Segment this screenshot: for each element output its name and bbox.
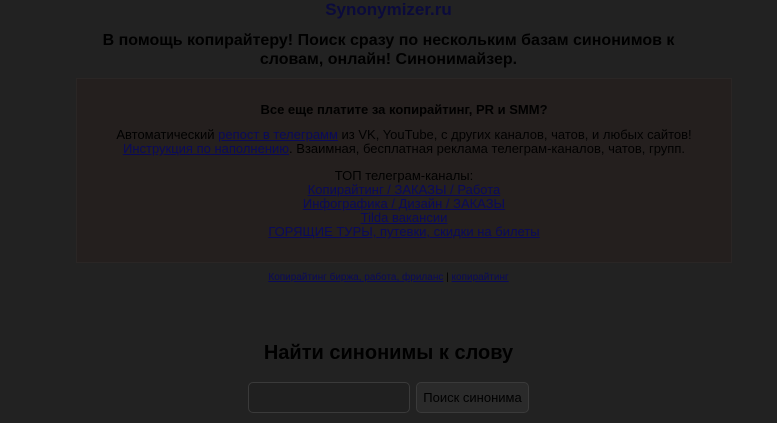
promo-line-1: Автоматический репост в телеграмм из VK,… bbox=[77, 128, 731, 142]
promo-text: Автоматический репост в телеграмм из VK,… bbox=[77, 128, 731, 156]
channel-link-tilda[interactable]: Tilda вакансии bbox=[361, 210, 448, 225]
channel-link-hot-tours[interactable]: ГОРЯЩИЕ ТУРЫ, путевки, скидки на билеты bbox=[268, 224, 539, 239]
channel-link-infographics[interactable]: Инфографика / Дизайн / ЗАКАЗЫ bbox=[303, 196, 505, 211]
search-button[interactable]: Поиск синонима bbox=[416, 382, 529, 413]
find-synonyms-title: Найти синонимы к слову bbox=[263, 342, 514, 364]
page-tagline: В помощь копирайтеру! Поиск сразу по нес… bbox=[102, 32, 675, 68]
promo-line-1-suffix: из VK, YouTube, с других каналов, чатов,… bbox=[337, 127, 692, 142]
footer-separator: | bbox=[446, 272, 449, 283]
promo-line-2: Инструкция по наполнению. Взаимная, бесп… bbox=[77, 142, 731, 156]
footer-link-copywriting[interactable]: копирайтинг bbox=[452, 272, 509, 283]
promo-line-2-suffix: . Взаимная, бесплатная реклама телеграм-… bbox=[289, 141, 686, 156]
search-input[interactable] bbox=[248, 382, 410, 413]
footer-link-exchange[interactable]: Копирайтинг биржа, работа, фриланс bbox=[268, 272, 443, 283]
repost-telegram-link[interactable]: репост в телеграмм bbox=[218, 127, 338, 142]
top-channels-label: ТОП телеграм-каналы: bbox=[334, 168, 474, 183]
site-title-link[interactable]: Synonymizer.ru bbox=[0, 0, 777, 19]
promo-box: Все еще платите за копирайтинг, PR и SMM… bbox=[76, 78, 732, 263]
top-channels: ТОП телеграм-каналы: Копирайтинг / ЗАКАЗ… bbox=[77, 169, 731, 239]
channel-link-copywriting[interactable]: Копирайтинг / ЗАКАЗЫ / Работа bbox=[308, 182, 501, 197]
page: Synonymizer.ru В помощь копирайтеру! Пои… bbox=[0, 0, 777, 423]
promo-line-1-prefix: Автоматический bbox=[116, 127, 219, 142]
promo-heading: Все еще платите за копирайтинг, PR и SMM… bbox=[260, 102, 548, 117]
instruction-link[interactable]: Инструкция по наполнению bbox=[123, 141, 289, 156]
footer-links: Копирайтинг биржа, работа, фриланс | коп… bbox=[0, 272, 777, 284]
